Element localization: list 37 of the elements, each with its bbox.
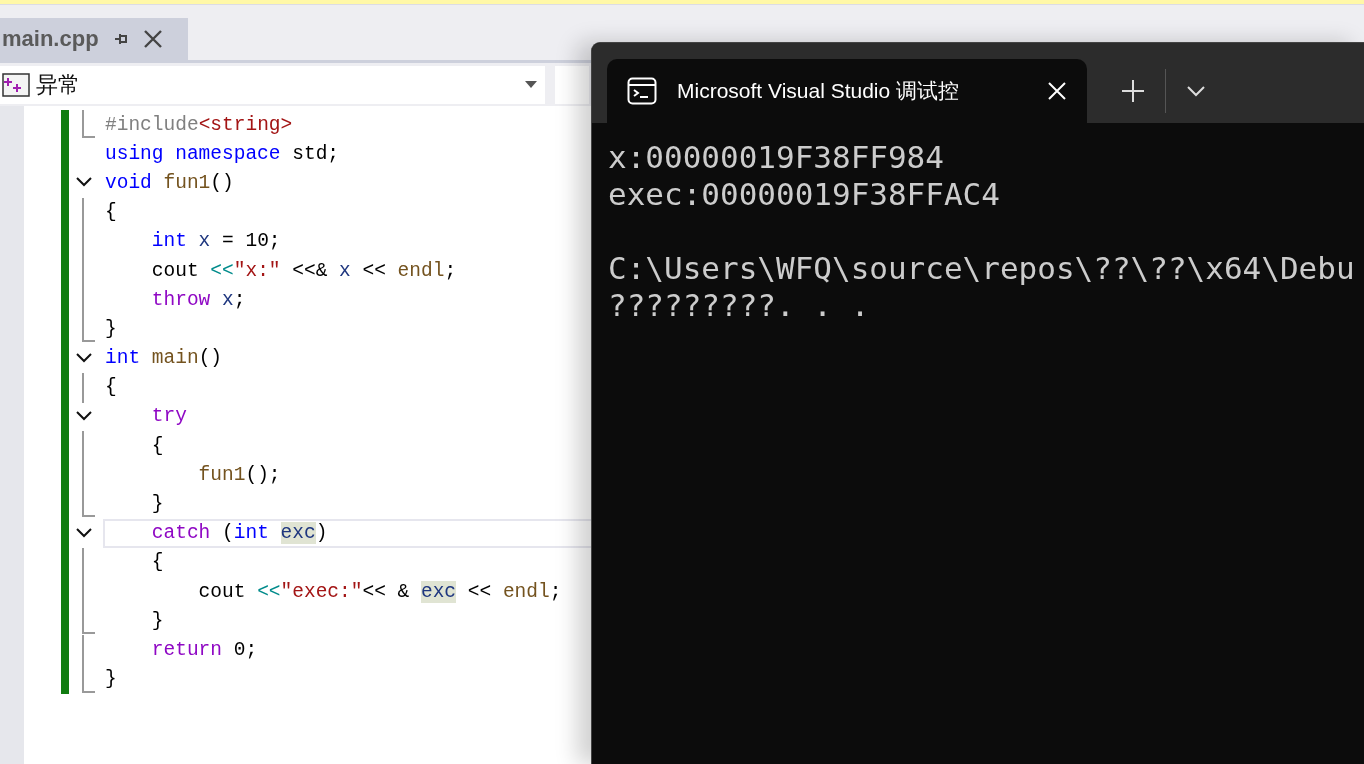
console-output-line: C:\Users\WFQ\source\repos\??\??\x64\Debu	[608, 250, 1356, 287]
code-line: int main()	[105, 347, 223, 370]
tab-title: main.cpp	[2, 26, 99, 52]
terminal-tab[interactable]: Microsoft Visual Studio 调试控	[607, 59, 1087, 123]
editor-tab[interactable]: main.cpp	[0, 18, 188, 60]
scope-dropdown[interactable]: 异常	[0, 65, 545, 104]
code-line: {	[150, 434, 164, 457]
console-output-line: ?????????. . .	[608, 287, 871, 324]
code-line: using namespace std;	[105, 142, 340, 165]
code-line: cout <<"x:" <<& x << endl;	[150, 259, 457, 282]
terminal-icon	[627, 77, 657, 105]
code-line: }	[105, 317, 117, 340]
class-icon	[2, 70, 30, 99]
code-line: {	[105, 201, 117, 224]
dropdown-arrow-icon	[525, 80, 537, 89]
code-line: int x = 10;	[150, 230, 281, 253]
scope-label: 异常	[36, 70, 81, 99]
pin-icon[interactable]	[112, 31, 129, 47]
code-line: #include<string>	[105, 113, 293, 136]
code-line: fun1();	[197, 463, 281, 486]
plus-icon	[1121, 79, 1145, 103]
console-output-line: exec:00000019F38FFAC4	[608, 176, 1001, 213]
code-line: }	[150, 493, 164, 516]
code-line: throw x;	[150, 288, 246, 311]
code-line: cout <<"exec:"<< & exc << endl;	[197, 580, 562, 603]
code-line: }	[105, 668, 117, 691]
code-line: catch (int exc)	[150, 522, 328, 545]
code-line: return 0;	[150, 638, 258, 661]
console-output-line: x:00000019F38FF984	[608, 139, 945, 176]
close-icon[interactable]	[142, 29, 163, 49]
code-line: try	[150, 405, 187, 428]
chevron-down-icon	[1186, 85, 1206, 97]
code-line: void fun1()	[105, 171, 234, 194]
code-line: }	[150, 609, 164, 632]
code-line: {	[105, 376, 117, 399]
terminal-tab-title: Microsoft Visual Studio 调试控	[677, 78, 961, 104]
code-line: {	[150, 551, 164, 574]
